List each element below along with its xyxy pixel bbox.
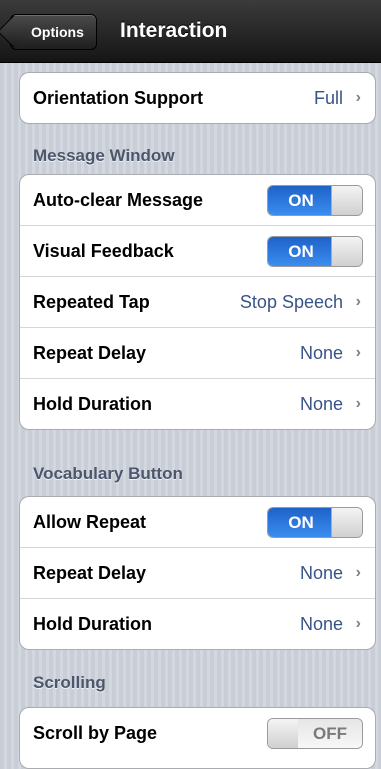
repeated-tap-row[interactable]: Repeated Tap Stop Speech ›	[20, 276, 375, 327]
chevron-right-icon: ›	[355, 293, 361, 310]
repeated-tap-value: Stop Speech	[239, 292, 343, 312]
vocab-repeat-delay-row[interactable]: Repeat Delay None ›	[20, 547, 375, 598]
visual-feedback-row: Visual Feedback ON	[20, 225, 375, 276]
chevron-right-icon: ›	[355, 395, 361, 412]
toggle-on-text: ON	[268, 186, 334, 215]
orientation-support-label: Orientation Support	[33, 88, 203, 108]
options-back-button[interactable]: Options	[10, 14, 97, 50]
hold-duration-value: None	[299, 394, 343, 414]
toggle-knob	[268, 719, 299, 748]
repeat-delay-label: Repeat Delay	[33, 563, 147, 583]
scroll-by-page-label: Scroll by Page	[33, 723, 158, 743]
navigation-bar: Options Interaction	[0, 0, 381, 63]
chevron-right-icon: ›	[355, 615, 361, 632]
chevron-right-icon: ›	[355, 344, 361, 361]
allow-repeat-row: Allow Repeat ON	[20, 497, 375, 547]
auto-clear-message-toggle[interactable]: ON	[267, 185, 363, 216]
orientation-support-row[interactable]: Orientation Support Full ›	[20, 73, 375, 123]
chevron-right-icon: ›	[355, 89, 361, 106]
section-header-message-window: Message Window	[33, 146, 175, 165]
page-title: Interaction	[120, 19, 228, 42]
repeat-delay-value: None	[299, 563, 343, 583]
scroll-by-page-row: Scroll by Page OFF	[20, 708, 375, 758]
auto-clear-message-row: Auto-clear Message ON	[20, 175, 375, 225]
repeat-delay-value: None	[299, 343, 343, 363]
hold-duration-value: None	[299, 614, 343, 634]
allow-repeat-toggle[interactable]: ON	[267, 507, 363, 538]
back-button-label: Options	[31, 24, 84, 40]
toggle-off-text: OFF	[298, 719, 362, 748]
toggle-knob	[331, 508, 362, 537]
message-window-group: Auto-clear Message ON Visual Feedback ON…	[19, 174, 376, 430]
toggle-knob	[331, 237, 362, 266]
auto-clear-message-label: Auto-clear Message	[33, 190, 204, 210]
toggle-on-text: ON	[268, 237, 334, 266]
hold-duration-row[interactable]: Hold Duration None ›	[20, 378, 375, 429]
section-header-scrolling: Scrolling	[33, 673, 106, 692]
vocabulary-button-group: Allow Repeat ON Repeat Delay None › Hold…	[19, 496, 376, 650]
repeated-tap-label: Repeated Tap	[33, 292, 150, 312]
scrolling-group: Scroll by Page OFF	[19, 707, 376, 769]
visual-feedback-label: Visual Feedback	[33, 241, 174, 261]
hold-duration-label: Hold Duration	[33, 614, 152, 634]
allow-repeat-label: Allow Repeat	[33, 512, 147, 532]
hold-duration-label: Hold Duration	[33, 394, 152, 414]
section-header-vocabulary-button: Vocabulary Button	[33, 464, 183, 483]
scroll-by-page-toggle[interactable]: OFF	[267, 718, 363, 749]
repeat-delay-row[interactable]: Repeat Delay None ›	[20, 327, 375, 378]
orientation-support-value: Full	[313, 88, 343, 108]
repeat-delay-label: Repeat Delay	[33, 343, 147, 363]
orientation-group: Orientation Support Full ›	[19, 72, 376, 124]
vocab-hold-duration-row[interactable]: Hold Duration None ›	[20, 598, 375, 649]
visual-feedback-toggle[interactable]: ON	[267, 236, 363, 267]
toggle-knob	[331, 186, 362, 215]
chevron-right-icon: ›	[355, 564, 361, 581]
toggle-on-text: ON	[268, 508, 334, 537]
